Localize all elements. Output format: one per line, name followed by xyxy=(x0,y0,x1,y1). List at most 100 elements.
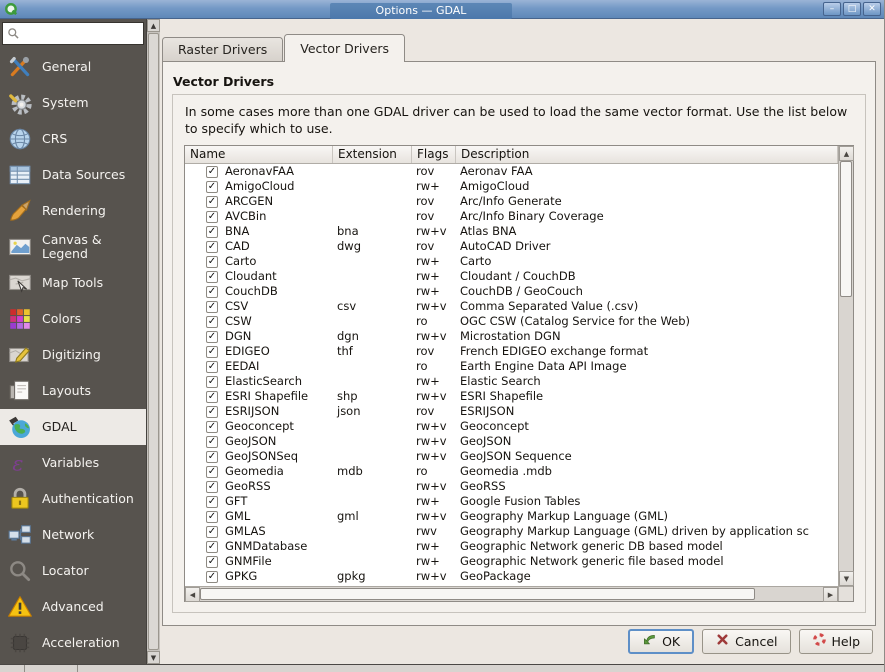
table-row[interactable]: ✓GPKG gpkg rw+v GeoPackage xyxy=(185,569,838,584)
table-horizontal-scrollbar[interactable]: ◀ ▶ xyxy=(185,586,838,601)
sidebar-item-layouts[interactable]: Layouts xyxy=(0,373,146,409)
sidebar-item-system[interactable]: System xyxy=(0,85,146,121)
tab-raster-drivers[interactable]: Raster Drivers xyxy=(162,37,283,62)
sidebar-item-rendering[interactable]: Rendering xyxy=(0,193,146,229)
maximize-button[interactable]: □ xyxy=(843,2,861,16)
sidebar-item-acceleration[interactable]: Acceleration xyxy=(0,625,146,661)
sidebar-search[interactable] xyxy=(2,22,144,45)
driver-checkbox[interactable]: ✓ xyxy=(206,571,218,583)
table-row[interactable]: ✓CSW ro OGC CSW (Catalog Service for the… xyxy=(185,314,838,329)
table-row[interactable]: ✓CouchDB rw+ CouchDB / GeoCouch xyxy=(185,284,838,299)
driver-checkbox[interactable]: ✓ xyxy=(206,376,218,388)
table-row[interactable]: ✓GeoJSONSeq rw+v GeoJSON Sequence xyxy=(185,449,838,464)
driver-checkbox[interactable]: ✓ xyxy=(206,406,218,418)
scroll-down-icon[interactable]: ▼ xyxy=(147,651,160,664)
table-row[interactable]: ✓CSV csv rw+v Comma Separated Value (.cs… xyxy=(185,299,838,314)
close-button[interactable]: ✕ xyxy=(863,2,881,16)
help-button[interactable]: Help xyxy=(799,629,874,654)
table-row[interactable]: ✓Geoconcept rw+v Geoconcept xyxy=(185,419,838,434)
scroll-right-icon[interactable]: ▶ xyxy=(823,587,838,602)
driver-checkbox[interactable]: ✓ xyxy=(206,451,218,463)
column-header-name[interactable]: Name xyxy=(185,146,333,163)
scroll-down-icon[interactable]: ▼ xyxy=(839,571,854,586)
table-row[interactable]: ✓GFT rw+ Google Fusion Tables xyxy=(185,494,838,509)
sidebar-scrollbar-thumb[interactable] xyxy=(148,33,159,650)
search-input[interactable] xyxy=(23,27,139,41)
driver-checkbox[interactable]: ✓ xyxy=(206,541,218,553)
table-vertical-scrollbar[interactable]: ▲ ▼ xyxy=(838,146,853,586)
driver-checkbox[interactable]: ✓ xyxy=(206,301,218,313)
sidebar-item-digitizing[interactable]: Digitizing xyxy=(0,337,146,373)
table-row[interactable]: ✓EEDAI ro Earth Engine Data API Image xyxy=(185,359,838,374)
horizontal-scrollbar-thumb[interactable] xyxy=(200,588,755,600)
table-row[interactable]: ✓GNMFile rw+ Geographic Network generic … xyxy=(185,554,838,569)
driver-checkbox[interactable]: ✓ xyxy=(206,241,218,253)
minimize-button[interactable]: – xyxy=(823,2,841,16)
driver-checkbox[interactable]: ✓ xyxy=(206,256,218,268)
cancel-button[interactable]: Cancel xyxy=(702,629,790,654)
driver-checkbox[interactable]: ✓ xyxy=(206,436,218,448)
table-row[interactable]: ✓BNA bna rw+v Atlas BNA xyxy=(185,224,838,239)
sidebar-item-general[interactable]: General xyxy=(0,49,146,85)
table-row[interactable]: ✓Carto rw+ Carto xyxy=(185,254,838,269)
driver-checkbox[interactable]: ✓ xyxy=(206,316,218,328)
table-row[interactable]: ✓EDIGEO thf rov French EDIGEO exchange f… xyxy=(185,344,838,359)
table-row[interactable]: ✓Cloudant rw+ Cloudant / CouchDB xyxy=(185,269,838,284)
vertical-scrollbar-thumb[interactable] xyxy=(840,161,852,297)
table-row[interactable]: ✓GeoJSON rw+v GeoJSON xyxy=(185,434,838,449)
table-row[interactable]: ✓DGN dgn rw+v Microstation DGN xyxy=(185,329,838,344)
sidebar-item-advanced[interactable]: Advanced xyxy=(0,589,146,625)
driver-checkbox[interactable]: ✓ xyxy=(206,211,218,223)
table-row[interactable]: ✓ARCGEN rov Arc/Info Generate xyxy=(185,194,838,209)
table-row[interactable]: ✓AeronavFAA rov Aeronav FAA xyxy=(185,164,838,179)
sidebar-item-authentication[interactable]: Authentication xyxy=(0,481,146,517)
table-row[interactable]: ✓ElasticSearch rw+ Elastic Search xyxy=(185,374,838,389)
table-row[interactable]: ✓ESRIJSON json rov ESRIJSON xyxy=(185,404,838,419)
driver-checkbox[interactable]: ✓ xyxy=(206,361,218,373)
scroll-left-icon[interactable]: ◀ xyxy=(185,587,200,602)
sidebar-item-network[interactable]: Network xyxy=(0,517,146,553)
titlebar[interactable]: Options — GDAL – □ ✕ xyxy=(0,0,884,19)
column-header-flags[interactable]: Flags xyxy=(412,146,456,163)
column-header-description[interactable]: Description xyxy=(456,146,838,163)
window-resize-bar[interactable] xyxy=(0,664,884,672)
table-row[interactable]: ✓CAD dwg rov AutoCAD Driver xyxy=(185,239,838,254)
table-row[interactable]: ✓GeoRSS rw+v GeoRSS xyxy=(185,479,838,494)
driver-checkbox[interactable]: ✓ xyxy=(206,226,218,238)
driver-checkbox[interactable]: ✓ xyxy=(206,181,218,193)
sidebar-scrollbar[interactable]: ▲ ▼ xyxy=(146,19,160,664)
driver-checkbox[interactable]: ✓ xyxy=(206,271,218,283)
driver-checkbox[interactable]: ✓ xyxy=(206,196,218,208)
table-row[interactable]: ✓GMLAS rwv Geography Markup Language (GM… xyxy=(185,524,838,539)
sidebar-item-locator[interactable]: Locator xyxy=(0,553,146,589)
sidebar-item-colors[interactable]: Colors xyxy=(0,301,146,337)
driver-checkbox[interactable]: ✓ xyxy=(206,166,218,178)
driver-checkbox[interactable]: ✓ xyxy=(206,421,218,433)
tab-vector-drivers[interactable]: Vector Drivers xyxy=(284,34,405,62)
scroll-up-icon[interactable]: ▲ xyxy=(839,146,854,161)
table-row[interactable]: ✓GNMDatabase rw+ Geographic Network gene… xyxy=(185,539,838,554)
driver-checkbox[interactable]: ✓ xyxy=(206,286,218,298)
driver-checkbox[interactable]: ✓ xyxy=(206,481,218,493)
driver-checkbox[interactable]: ✓ xyxy=(206,346,218,358)
driver-checkbox[interactable]: ✓ xyxy=(206,556,218,568)
table-row[interactable]: ✓GML gml rw+v Geography Markup Language … xyxy=(185,509,838,524)
table-row[interactable]: ✓AVCBin rov Arc/Info Binary Coverage xyxy=(185,209,838,224)
driver-checkbox[interactable]: ✓ xyxy=(206,466,218,478)
table-row[interactable]: ✓ESRI Shapefile shp rw+v ESRI Shapefile xyxy=(185,389,838,404)
scroll-up-icon[interactable]: ▲ xyxy=(147,19,160,32)
ok-button[interactable]: OK xyxy=(628,629,694,654)
sidebar-item-map-tools[interactable]: Map Tools xyxy=(0,265,146,301)
driver-checkbox[interactable]: ✓ xyxy=(206,391,218,403)
driver-checkbox[interactable]: ✓ xyxy=(206,331,218,343)
resize-grip[interactable] xyxy=(24,665,78,672)
driver-checkbox[interactable]: ✓ xyxy=(206,511,218,523)
sidebar-item-data-sources[interactable]: Data Sources xyxy=(0,157,146,193)
column-header-extension[interactable]: Extension xyxy=(333,146,412,163)
driver-checkbox[interactable]: ✓ xyxy=(206,526,218,538)
sidebar-item-crs[interactable]: CRS xyxy=(0,121,146,157)
driver-checkbox[interactable]: ✓ xyxy=(206,496,218,508)
sidebar-item-variables[interactable]: ε Variables xyxy=(0,445,146,481)
table-row[interactable]: ✓Geomedia mdb ro Geomedia .mdb xyxy=(185,464,838,479)
sidebar-item-canvas-legend[interactable]: Canvas & Legend xyxy=(0,229,146,265)
